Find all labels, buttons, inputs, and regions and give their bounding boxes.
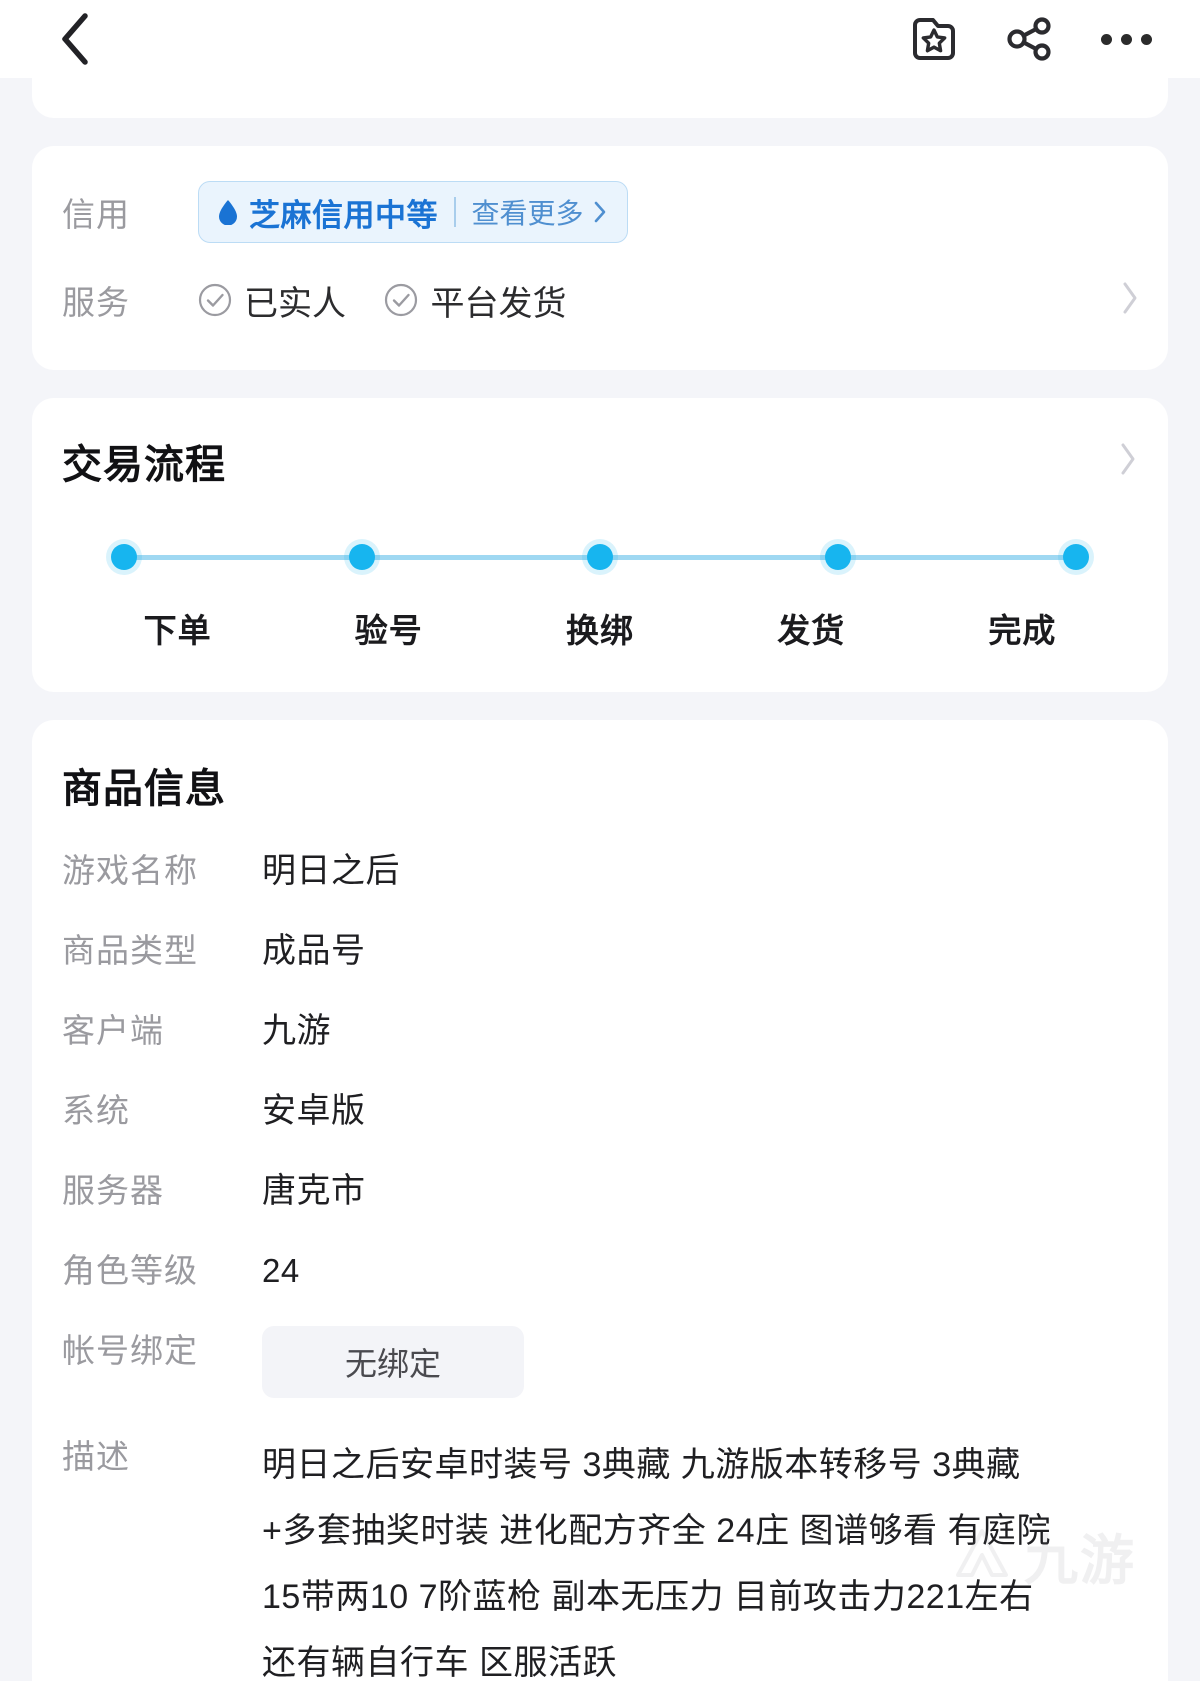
sesame-credit-badge[interactable]: 芝麻信用中等 查看更多 xyxy=(198,181,628,243)
flow-title: 交易流程 xyxy=(62,443,226,487)
info-label: 帐号绑定 xyxy=(62,1332,198,1369)
info-label: 服务器 xyxy=(62,1172,164,1209)
service-items: 已实人 平台发货 xyxy=(198,276,600,325)
info-value: 成品号 xyxy=(262,932,366,970)
flow-step-label: 发货 xyxy=(777,612,846,649)
back-button[interactable] xyxy=(46,11,102,67)
flow-step-label: 换绑 xyxy=(566,612,634,649)
view-more-label: 查看更多 xyxy=(471,198,584,229)
flow-dot-4 xyxy=(825,544,851,570)
check-circle-icon xyxy=(385,283,418,317)
favorite-button[interactable] xyxy=(908,13,960,65)
more-button[interactable] xyxy=(1100,13,1152,65)
navbar-actions xyxy=(908,13,1160,65)
flow-step-labels: 下单 验号 换绑 发货 完成 xyxy=(62,604,1138,652)
info-value: 安卓版 xyxy=(262,1092,366,1130)
chevron-right-icon xyxy=(1123,282,1137,313)
chevron-right-icon xyxy=(594,201,605,223)
badge-divider xyxy=(454,197,456,227)
share-button[interactable] xyxy=(1004,13,1056,65)
view-more-link[interactable]: 查看更多 xyxy=(472,192,607,232)
info-label: 系统 xyxy=(62,1092,130,1129)
info-row-character-level: 角色等级 24 xyxy=(62,1232,1138,1312)
service-item-label: 已实人 xyxy=(244,284,346,323)
info-value: 唐克市 xyxy=(262,1172,366,1210)
flow-dot-3 xyxy=(587,544,613,570)
sesame-drop-icon xyxy=(219,200,237,225)
info-value: 明日之后 xyxy=(262,852,400,890)
share-icon xyxy=(1007,17,1051,61)
binding-status-badge: 无绑定 xyxy=(262,1326,524,1398)
description-text: 明日之后安卓时装号 3典藏 九游版本转移号 3典藏+多套抽奖时装 进化配方齐全 … xyxy=(262,1446,1051,1681)
top-navbar xyxy=(0,0,1200,78)
previous-card-stub xyxy=(32,78,1168,118)
flow-dot-2 xyxy=(349,544,375,570)
flow-step-label: 下单 xyxy=(143,612,212,649)
credit-row: 信用 芝麻信用中等 查看更多 xyxy=(62,180,1138,244)
credit-service-card: 信用 芝麻信用中等 查看更多 服务 已实人 平台发货 xyxy=(32,146,1168,370)
product-info-title: 商品信息 xyxy=(62,767,226,811)
info-label: 商品类型 xyxy=(62,932,198,969)
info-value: 九游 xyxy=(262,1012,331,1050)
flow-dot-5 xyxy=(1063,544,1089,570)
transaction-flow-card[interactable]: 交易流程 下单 验号 换绑 发货 完成 xyxy=(32,398,1168,692)
info-row-client: 客户端 九游 xyxy=(62,992,1138,1072)
info-value: 24 xyxy=(262,1252,300,1289)
flow-step-label: 完成 xyxy=(988,612,1057,649)
page-root: 信用 芝麻信用中等 查看更多 服务 已实人 平台发货 交易流程 下单 验号 换绑… xyxy=(0,0,1200,1681)
flow-header: 交易流程 xyxy=(62,432,1138,490)
more-dots-icon xyxy=(1100,33,1152,45)
flow-step-label: 验号 xyxy=(354,612,423,649)
product-info-card: 商品信息 游戏名称 明日之后 商品类型 成品号 客户端 九游 系统 安卓版 服务… xyxy=(32,720,1168,1681)
service-item-verified: 已实人 xyxy=(198,276,346,325)
info-row-server: 服务器 唐克市 xyxy=(62,1152,1138,1232)
chevron-right-icon xyxy=(1121,443,1135,474)
info-label: 游戏名称 xyxy=(62,852,198,889)
info-row-game-name: 游戏名称 明日之后 xyxy=(62,832,1138,912)
credit-label: 信用 xyxy=(62,196,130,233)
info-row-product-type: 商品类型 成品号 xyxy=(62,912,1138,992)
info-row-account-binding: 帐号绑定 无绑定 xyxy=(62,1312,1138,1398)
service-item-label: 平台发货 xyxy=(430,284,567,323)
service-row-chevron[interactable] xyxy=(1120,280,1140,321)
info-row-system: 系统 安卓版 xyxy=(62,1072,1138,1152)
info-label: 客户端 xyxy=(62,1012,164,1049)
flow-dot-1 xyxy=(111,544,137,570)
description-label: 描述 xyxy=(62,1438,130,1475)
sesame-credit-text: 芝麻信用中等 xyxy=(249,197,438,233)
flow-chevron[interactable] xyxy=(1118,441,1138,482)
folder-star-icon xyxy=(913,18,955,60)
service-item-platform-shipping: 平台发货 xyxy=(384,276,566,325)
info-label: 角色等级 xyxy=(62,1252,198,1289)
flow-progress-track xyxy=(111,544,1089,570)
chevron-left-icon xyxy=(62,13,88,65)
info-row-description: 描述 明日之后安卓时装号 3典藏 九游版本转移号 3典藏+多套抽奖时装 进化配方… xyxy=(62,1398,1138,1681)
check-circle-icon xyxy=(198,283,232,317)
service-label: 服务 xyxy=(62,284,130,321)
service-row[interactable]: 服务 已实人 平台发货 xyxy=(62,268,1138,332)
